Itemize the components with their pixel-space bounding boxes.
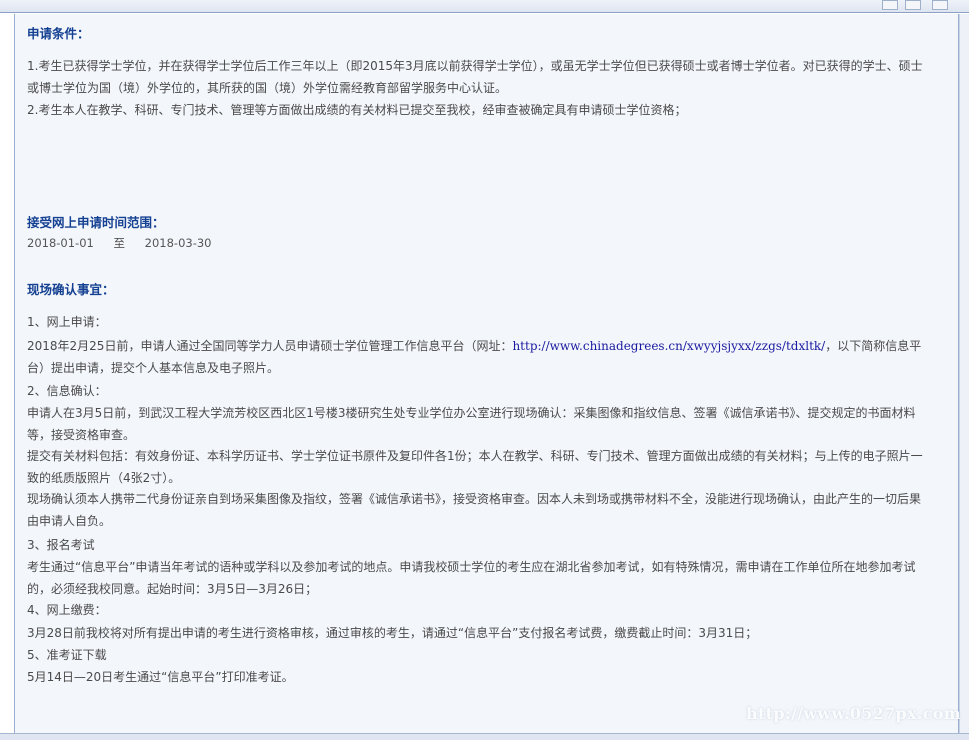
window-top-bar — [0, 0, 969, 13]
step4-title: 4、网上缴费： — [27, 603, 107, 617]
period-end-date: 2018-03-30 — [144, 236, 212, 250]
step1-text: 2018年2月25日前，申请人通过全国同等学力人员申请硕士学位管理工作信息平台（… — [27, 335, 927, 379]
condition-item-1: 1.考生已获得学士学位，并在获得学士学位后工作三年以上（即2015年3月底以前获… — [27, 59, 923, 95]
onsite-heading: 现场确认事宜： — [27, 282, 115, 297]
window-control-icon[interactable] — [882, 0, 898, 10]
step2-text-2: 提交有关材料包括：有效身份证、本科学历证书、学士学位证书原件及复印件各1份；本人… — [27, 449, 923, 485]
step2-title: 2、信息确认： — [27, 384, 107, 398]
condition-item-2: 2.考生本人在教学、科研、专门技术、管理等方面做出成绩的有关材料已提交至我校，经… — [27, 103, 687, 117]
vertical-scrollbar[interactable] — [959, 14, 969, 739]
online-period-dates: 2018-01-01 至 2018-03-30 — [27, 235, 212, 251]
step1-title: 1、网上申请： — [27, 315, 107, 329]
window-control-icon[interactable] — [905, 0, 921, 10]
period-start-date: 2018-01-01 — [27, 236, 94, 250]
step5-text: 5月14日—20日考生通过“信息平台”打印准考证。 — [27, 670, 294, 684]
online-period-heading: 接受网上申请时间范围： — [27, 215, 165, 230]
step2-text-3: 现场确认须本人携带二代身份证亲自到场采集图像及指纹，签署《诚信承诺书》，接受资格… — [27, 492, 922, 528]
step4-text: 3月28日前我校将对所有提出申请的考生进行资格审核，通过审核的考生，请通过“信息… — [27, 626, 758, 640]
step3-text: 考生通过“信息平台”申请当年考试的语种或学科以及参加考试的地点。申请我校硕士学位… — [27, 560, 916, 596]
info-platform-link[interactable]: http://www.chinadegrees.cn/xwyyjsjyxx/zz… — [512, 339, 825, 353]
site-watermark: http://www.0527px.com — [746, 704, 961, 723]
step2-text-1: 申请人在3月5日前，到武汉工程大学流芳校区西北区1号楼3楼研究生处专业学位办公室… — [27, 406, 916, 442]
conditions-heading: 申请条件： — [27, 26, 90, 41]
step1-text-a: 2018年2月25日前，申请人通过全国同等学力人员申请硕士学位管理工作信息平台（… — [27, 339, 513, 353]
period-separator: 至 — [113, 236, 126, 250]
window-control-icon[interactable] — [932, 0, 948, 10]
step3-title: 3、报名考试 — [27, 538, 95, 552]
step5-title: 5、准考证下载 — [27, 648, 107, 662]
